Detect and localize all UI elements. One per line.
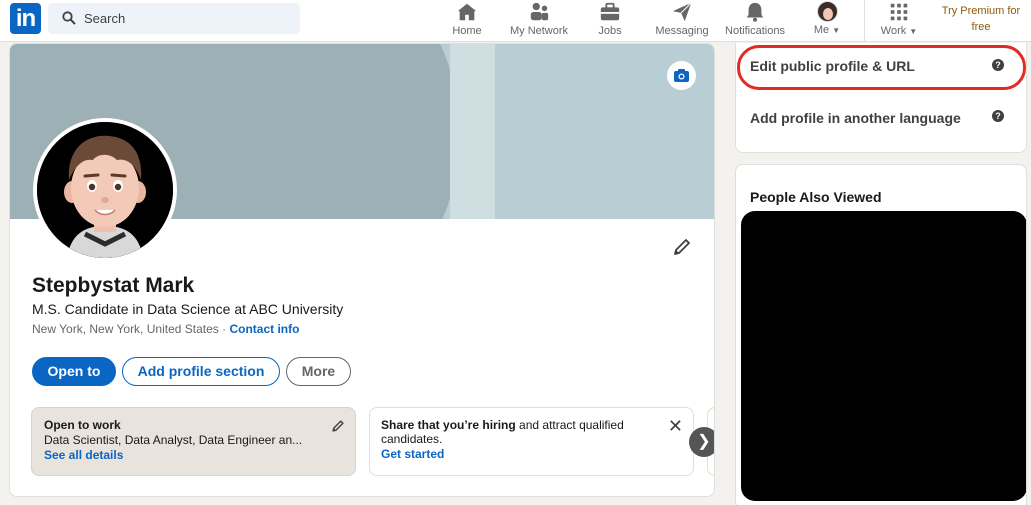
edit-intro-pencil-icon[interactable] bbox=[672, 237, 692, 257]
nav-notifications[interactable]: Notifications bbox=[720, 0, 790, 42]
search-input[interactable]: Search bbox=[84, 11, 125, 26]
chevron-down-icon: ▼ bbox=[909, 27, 918, 36]
hiring-text-bold: Share that you’re hiring bbox=[381, 418, 516, 432]
nav-messaging-label: Messaging bbox=[655, 25, 709, 37]
profile-location-line: New York, New York, United States · Cont… bbox=[32, 322, 299, 336]
grid-icon bbox=[890, 3, 908, 21]
people-also-viewed-card: People Also Viewed bbox=[735, 164, 1027, 505]
try-premium-link[interactable]: Try Premium for free bbox=[936, 3, 1026, 35]
people-also-viewed-heading: People Also Viewed bbox=[750, 189, 882, 205]
nav-me-label: Me ▼ bbox=[813, 24, 841, 36]
bell-icon bbox=[746, 2, 764, 22]
banner-stripe bbox=[450, 44, 495, 219]
next-arrow-button[interactable]: ❯ bbox=[689, 427, 714, 457]
open-to-button[interactable]: Open to bbox=[32, 357, 116, 386]
nav-my-network[interactable]: My Network bbox=[502, 0, 576, 42]
highlight-annotation bbox=[737, 45, 1026, 90]
nav-messaging[interactable]: Messaging bbox=[652, 0, 712, 42]
profile-location: New York, New York, United States bbox=[32, 322, 219, 336]
memoji-avatar bbox=[37, 122, 173, 258]
open-to-work-title: Open to work bbox=[44, 418, 121, 432]
redacted-content bbox=[741, 211, 1026, 501]
avatar bbox=[816, 1, 838, 22]
nav-my-network-label: My Network bbox=[509, 25, 569, 37]
search-icon bbox=[62, 11, 76, 25]
edit-open-to-work-pencil-icon[interactable] bbox=[331, 419, 345, 433]
open-to-work-roles: Data Scientist, Data Analyst, Data Engin… bbox=[44, 433, 303, 447]
top-navigation: in Search Home My Network Jobs Messaging… bbox=[0, 0, 1031, 42]
nav-home-label: Home bbox=[452, 25, 482, 37]
profile-name: Stepbystat Mark bbox=[32, 274, 195, 297]
send-icon bbox=[672, 2, 692, 22]
nav-work[interactable]: Work ▼ bbox=[876, 0, 922, 42]
edit-banner-button[interactable] bbox=[667, 61, 696, 90]
profile-headline: M.S. Candidate in Data Science at ABC Un… bbox=[32, 301, 344, 317]
location-separator: · bbox=[222, 322, 227, 336]
network-icon bbox=[530, 2, 549, 21]
get-started-link[interactable]: Get started bbox=[381, 447, 682, 461]
profile-photo[interactable] bbox=[33, 118, 177, 262]
more-button[interactable]: More bbox=[286, 357, 351, 386]
nav-jobs-label: Jobs bbox=[598, 25, 622, 37]
profile-card: Stepbystat Mark M.S. Candidate in Data S… bbox=[9, 43, 715, 497]
see-all-details-link[interactable]: See all details bbox=[44, 448, 343, 462]
add-profile-section-button[interactable]: Add profile section bbox=[122, 357, 280, 386]
add-profile-language-link[interactable]: Add profile in another language bbox=[750, 110, 961, 126]
nav-me[interactable]: Me ▼ bbox=[808, 0, 846, 42]
nav-home[interactable]: Home bbox=[447, 0, 487, 42]
briefcase-icon bbox=[600, 2, 620, 21]
hiring-card[interactable]: Share that you’re hiring and attract qua… bbox=[369, 407, 694, 476]
open-to-work-card[interactable]: Open to work Data Scientist, Data Analys… bbox=[31, 407, 356, 476]
close-icon[interactable]: ✕ bbox=[668, 416, 683, 437]
chevron-right-icon: ❯ bbox=[697, 433, 711, 450]
camera-icon bbox=[674, 69, 689, 82]
nav-notifications-label: Notifications bbox=[725, 25, 785, 37]
nav-jobs[interactable]: Jobs bbox=[592, 0, 628, 42]
contact-info-link[interactable]: Contact info bbox=[229, 322, 299, 336]
nav-divider bbox=[864, 0, 865, 42]
search-bar[interactable]: Search bbox=[48, 3, 300, 34]
linkedin-logo-icon[interactable]: in bbox=[10, 3, 41, 34]
nav-work-label: Work ▼ bbox=[880, 25, 918, 37]
hiring-text: Share that you’re hiring and attract qua… bbox=[381, 418, 682, 446]
home-icon bbox=[457, 3, 477, 21]
help-icon[interactable]: ? bbox=[992, 110, 1004, 122]
chevron-down-icon: ▼ bbox=[832, 26, 841, 35]
